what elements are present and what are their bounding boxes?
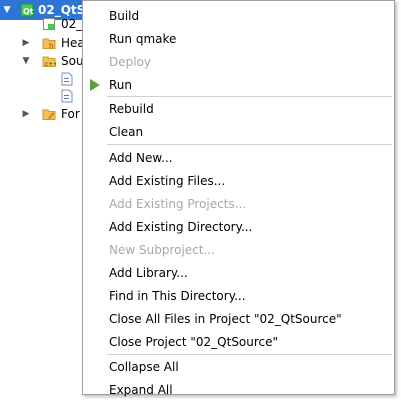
tree-item-label: 02_ [61,17,83,31]
svg-text:c++: c++ [45,61,56,68]
menu-item-run-label: Run [109,78,133,92]
menu-item-find-in-directory[interactable]: Find in This Directory... [83,284,394,308]
tree-item-label: For [61,107,80,121]
menu-item-expand-all[interactable]: Expand All [83,378,394,402]
menu-item-run[interactable]: Run [83,73,394,97]
forms-folder-icon [42,109,56,120]
menu-item-new-subproject: New Subproject... [109,243,215,257]
qt-file-icon [43,18,55,30]
run-icon [90,79,100,91]
menu-item-add-library[interactable]: Add Library... [83,261,394,285]
menu-item-run-qmake[interactable]: Run qmake [83,27,394,51]
menu-separator [107,144,392,145]
menu-item-rebuild[interactable]: Rebuild [83,97,394,121]
cpp-file-icon [61,72,73,86]
cpp-file-icon [61,89,73,103]
menu-item-build[interactable]: Build [83,4,394,28]
expand-arrow-icon[interactable]: ▶ [21,33,31,53]
svg-text:h: h [49,42,53,50]
menu-item-collapse-all[interactable]: Collapse All [83,355,394,379]
menu-item-close-all-files[interactable]: Close All Files in Project "02_QtSource" [83,307,394,331]
header-folder-icon: h [42,38,56,50]
expand-arrow-icon[interactable]: ▶ [21,104,31,124]
menu-item-add-existing-files[interactable]: Add Existing Files... [83,169,394,193]
menu-item-add-existing-directory[interactable]: Add Existing Directory... [83,215,394,239]
source-folder-icon: c++ [42,56,56,68]
menu-item-close-project[interactable]: Close Project "02_QtSource" [83,330,394,354]
menu-item-add-existing-projects: Add Existing Projects... [109,197,247,211]
menu-item-add-new[interactable]: Add New... [83,146,394,170]
menu-item-clean[interactable]: Clean [83,120,394,144]
tree-item-label: Sou [61,54,84,68]
menu-item-deploy: Deploy [109,55,152,69]
context-menu: Build Run qmake Deploy Run Rebuild Clean… [82,0,395,397]
collapse-arrow-icon[interactable]: ▼ [21,51,31,71]
